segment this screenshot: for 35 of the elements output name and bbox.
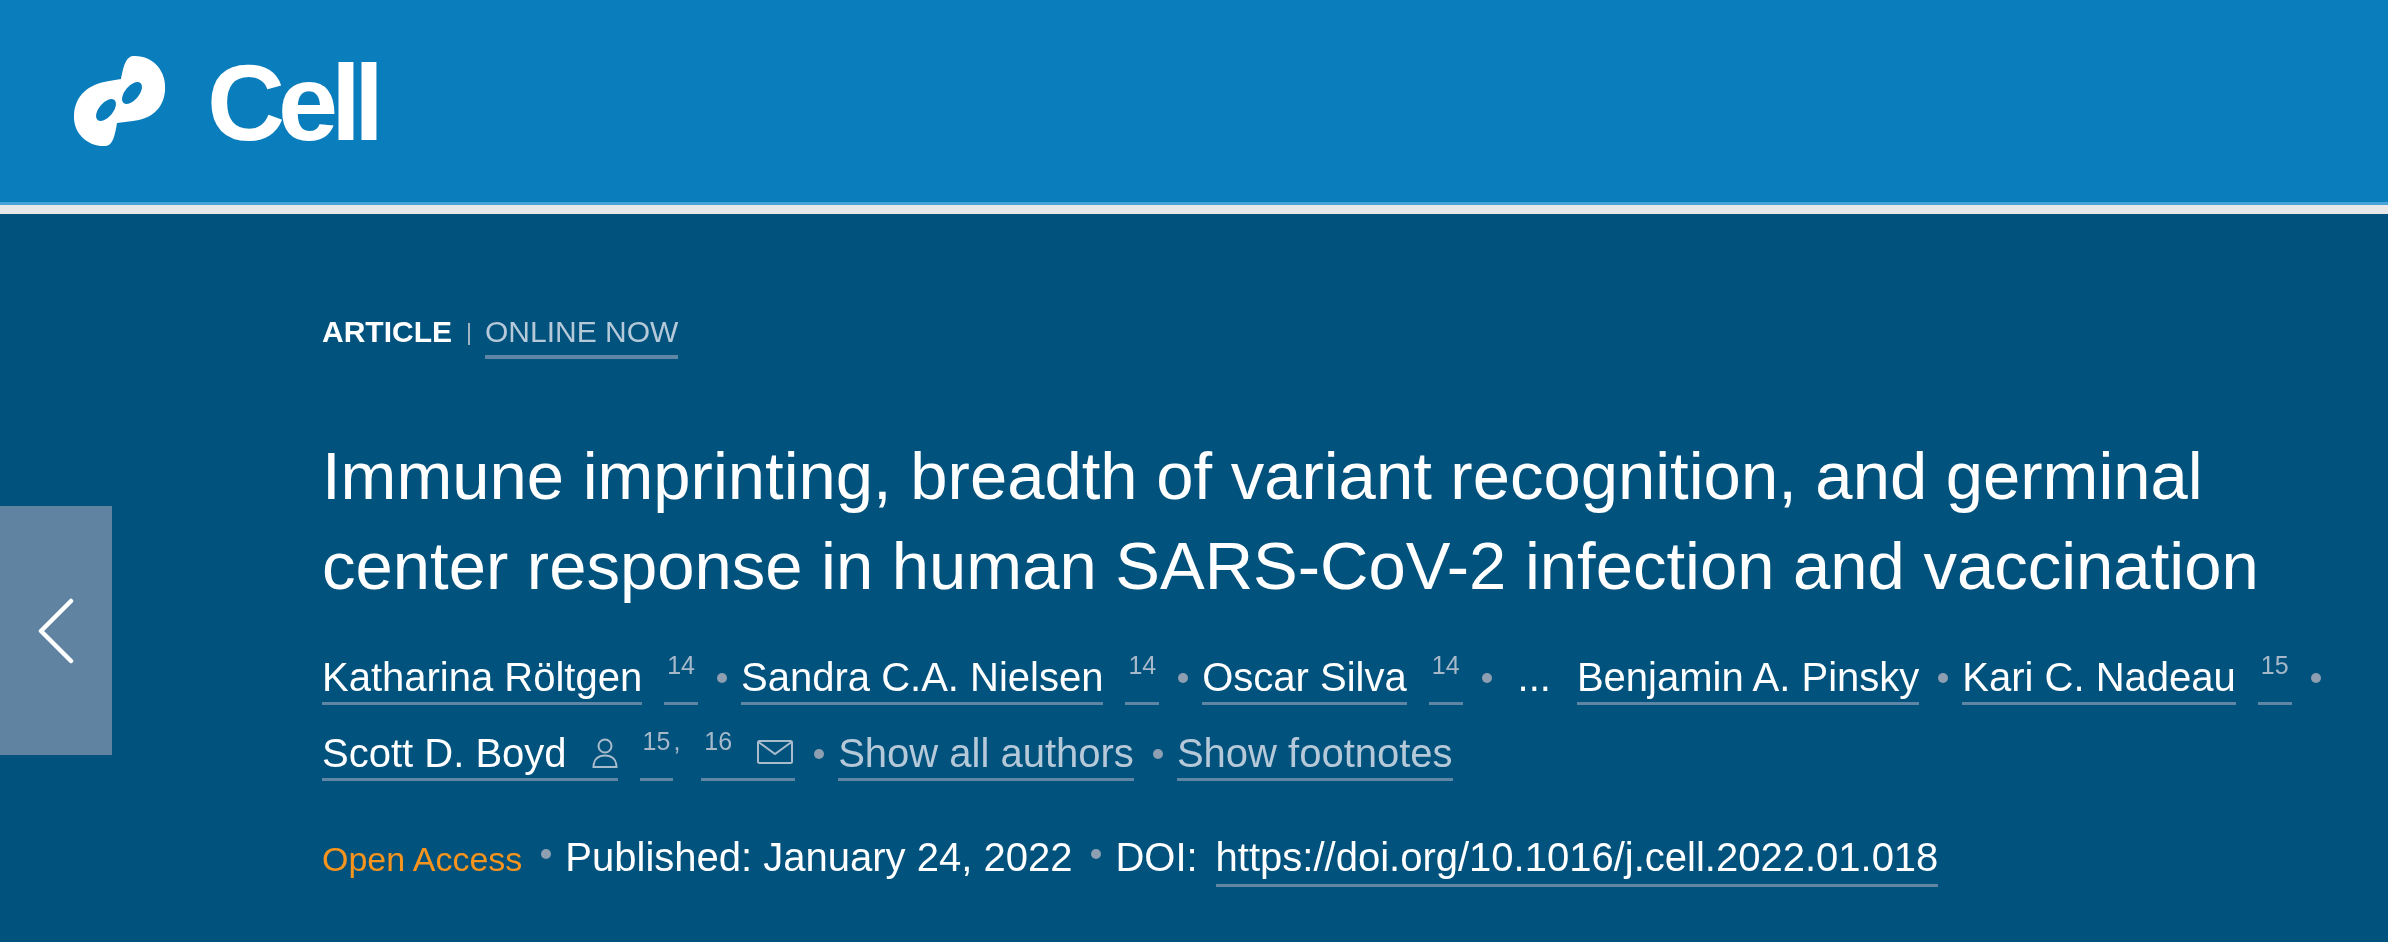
bullet-icon	[717, 673, 728, 683]
logo-text[interactable]: Cell	[207, 49, 378, 157]
footnote-link[interactable]: 14	[664, 653, 699, 705]
author-link[interactable]: Benjamin A. Pinsky	[1576, 653, 1920, 705]
article-type-label: ARTICLE	[322, 314, 452, 350]
show-more-link[interactable]: Show footnotes	[1176, 729, 1453, 781]
bullet-icon	[2310, 673, 2321, 683]
chevron-left-icon	[37, 597, 75, 664]
doi-label: DOI:	[1115, 834, 1198, 881]
bullet-icon	[1938, 673, 1949, 683]
author-link[interactable]: Oscar Silva	[1202, 653, 1407, 705]
footnote-link[interactable]: 14	[1428, 653, 1463, 705]
author-link[interactable]: Kari C. Nadeau	[1962, 653, 2236, 705]
article-title: Immune imprinting, breadth of variant recognition, and germinal center response in human SARS-CoV-2 infection and vaccination	[322, 437, 2260, 605]
show-more-link[interactable]: Show all authors	[838, 729, 1134, 781]
bullet-icon	[1178, 673, 1189, 683]
footnote-separator: ,	[673, 729, 681, 754]
footnote-link[interactable]: 16	[701, 729, 736, 781]
bullet-icon	[541, 849, 552, 859]
ellipsis-text: ...	[1517, 654, 1551, 701]
footnote-link[interactable]: 14	[1125, 653, 1160, 705]
author-link[interactable]: Katharina Röltgen	[322, 653, 643, 705]
footnote-link[interactable]: 15	[2257, 653, 2292, 705]
online-now-link[interactable]: ONLINE NOW	[485, 312, 679, 359]
bullet-icon	[1481, 673, 1492, 683]
footnote-link[interactable]: 15	[639, 729, 674, 781]
mail-icon	[757, 740, 794, 764]
bullet-icon	[814, 749, 825, 759]
open-access-label: Open Access	[322, 839, 523, 880]
bullet-icon	[1091, 849, 1102, 859]
bullet-icon	[1152, 749, 1163, 759]
doi-link[interactable]: https://doi.org/10.1016/j.cell.2022.01.018	[1215, 833, 1939, 887]
published-date: Published: January 24, 2022	[565, 834, 1073, 881]
author-link[interactable]: Sandra C.A. Nielsen	[741, 653, 1104, 705]
author-link[interactable]: Scott D. Boyd	[322, 729, 618, 781]
